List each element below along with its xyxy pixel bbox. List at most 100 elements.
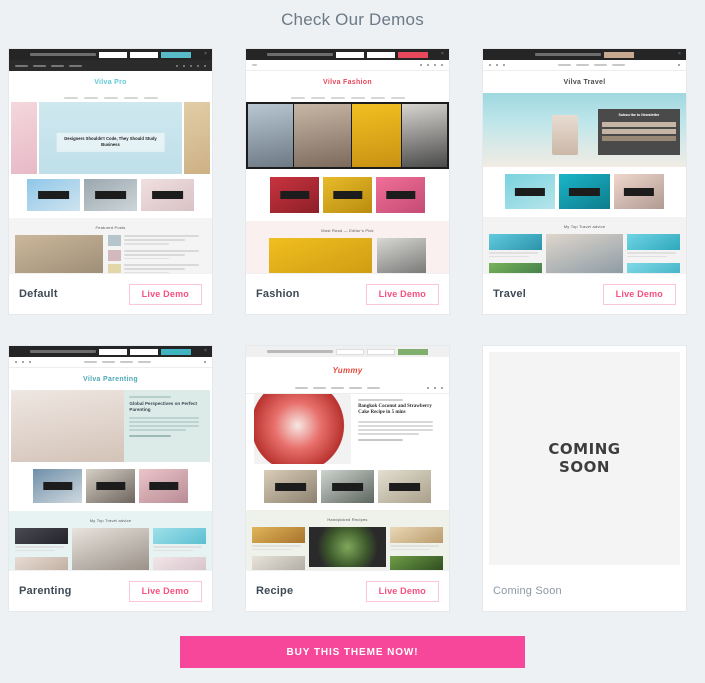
demo-preview-fashion[interactable]: × Vilva Fashion Must Read — Editor's Pic…: [246, 49, 449, 274]
mock-logo: Vilva Travel: [483, 71, 686, 93]
mock-subscribe-button: [161, 51, 191, 58]
demo-card-footer-fashion: Fashion Live Demo: [246, 274, 449, 314]
live-demo-button-parenting[interactable]: Live Demo: [128, 580, 202, 602]
mock-email-input: [130, 348, 158, 355]
mock-logo: Vilva Fashion: [246, 71, 449, 93]
mock-menu: [9, 93, 212, 102]
demo-title-recipe: Recipe: [256, 585, 294, 597]
demo-card-travel[interactable]: × Vilva Travel Subscribe to Newsletter M…: [482, 48, 687, 315]
mock-social-icon: [503, 64, 505, 66]
mock-subscribe-button: [604, 51, 634, 58]
coming-soon-line-1: COMING: [548, 440, 621, 459]
mock-section-title: My Top Travel advice: [89, 518, 132, 523]
mock-subscribe-button: [161, 348, 191, 355]
site-mockup-travel: × Vilva Travel Subscribe to Newsletter M…: [483, 49, 686, 273]
mock-announcement-bar: ×: [9, 49, 212, 60]
mock-section-title: My Top Travel advice: [563, 224, 606, 229]
mock-nav-item: [330, 387, 344, 389]
mock-nav-item: [594, 64, 607, 66]
mock-logo: Vilva Pro: [9, 71, 212, 93]
mock-social-icon: [15, 361, 17, 363]
demo-card-fashion[interactable]: × Vilva Fashion Must Read — Editor's Pic…: [245, 48, 450, 315]
mock-logo-text: Yummy: [332, 365, 363, 375]
mock-social-icon: [176, 64, 178, 67]
live-demo-button-fashion[interactable]: Live Demo: [365, 283, 439, 305]
mock-name-input: [99, 51, 127, 58]
mock-nav-item: [120, 361, 133, 363]
site-mockup-default: × Vilva Pro Designers Shouldn't Code, Th…: [9, 49, 212, 273]
hamburger-icon: [252, 64, 257, 66]
buy-this-theme-button[interactable]: BUY THIS THEME NOW!: [180, 636, 525, 668]
mock-announcement-text: [267, 350, 333, 353]
demo-card-footer-coming-soon: Coming Soon: [483, 571, 686, 611]
mock-email-input: [367, 51, 395, 58]
mock-section-title: Must Read — Editor's Pick: [321, 228, 374, 233]
site-mockup-parenting: × Vilva Parenting Global Perspectives on…: [9, 346, 212, 570]
mock-nav-item: [348, 387, 362, 389]
mock-name-input: [99, 348, 127, 355]
search-icon: [204, 361, 206, 363]
mock-announcement-text: [535, 53, 601, 56]
mock-announcement-text: [30, 53, 96, 56]
mock-section-title: Handpicked Recipes: [327, 517, 368, 522]
demo-card-footer-recipe: Recipe Live Demo: [246, 571, 449, 611]
mock-social-icon: [183, 64, 185, 67]
site-mockup-recipe: Yummy Bangkok Coconut and Strawberry Cak…: [246, 346, 449, 570]
mock-nav-item: [84, 361, 97, 363]
demo-card-coming-soon: COMING SOON Coming Soon: [482, 345, 687, 612]
mock-subscribe-button: [398, 51, 428, 58]
mock-announcement-text: [30, 350, 96, 353]
mock-nav-item: [576, 64, 589, 66]
mock-social-icon: [434, 387, 436, 389]
close-icon: ×: [441, 51, 444, 57]
search-icon: [204, 64, 206, 67]
mock-logo-text: Vilva Pro: [94, 78, 127, 86]
mock-hero-caption: Designers Shouldn't Code, They Should St…: [56, 133, 165, 152]
demo-card-grid: × Vilva Pro Designers Shouldn't Code, Th…: [8, 48, 697, 612]
mock-email-input: [367, 348, 395, 355]
demo-card-footer-parenting: Parenting Live Demo: [9, 571, 212, 611]
coming-soon-placeholder: COMING SOON: [489, 352, 680, 565]
mock-nav-item: [138, 361, 151, 363]
mock-logo-text: Vilva Fashion: [323, 78, 372, 86]
demo-title-fashion: Fashion: [256, 288, 300, 300]
mock-navbar: [9, 357, 212, 368]
mock-logo-text: Vilva Parenting: [83, 375, 138, 383]
demo-card-parenting[interactable]: × Vilva Parenting Global Perspectives on…: [8, 345, 213, 612]
mock-nav-item: [366, 387, 380, 389]
close-icon: ×: [204, 348, 207, 354]
mock-hero-heading: Bangkok Coconut and Strawberry Cake Reci…: [358, 403, 432, 416]
page-title: Check Our Demos: [281, 10, 424, 29]
mock-social-icon: [427, 387, 429, 389]
demo-preview-travel[interactable]: × Vilva Travel Subscribe to Newsletter M…: [483, 49, 686, 274]
close-icon: ×: [204, 51, 207, 57]
demo-preview-parenting[interactable]: × Vilva Parenting Global Perspectives on…: [9, 346, 212, 571]
coming-soon-line-2: SOON: [559, 457, 610, 476]
demo-card-default[interactable]: × Vilva Pro Designers Shouldn't Code, Th…: [8, 48, 213, 315]
mock-social-icon: [29, 361, 31, 363]
mock-social-icon: [420, 64, 422, 66]
mock-nav-item: [312, 387, 326, 389]
mock-announcement-bar: ×: [483, 49, 686, 60]
mock-nav-item: [612, 64, 625, 66]
live-demo-button-default[interactable]: Live Demo: [128, 283, 202, 305]
mock-nav-item: [51, 64, 64, 67]
demo-preview-recipe[interactable]: Yummy Bangkok Coconut and Strawberry Cak…: [246, 346, 449, 571]
mock-hero-heading: Global Perspectives on Perfect Parenting: [129, 400, 198, 412]
demo-card-recipe[interactable]: Yummy Bangkok Coconut and Strawberry Cak…: [245, 345, 450, 612]
demo-card-footer-default: Default Live Demo: [9, 274, 212, 314]
mock-announcement-bar: ×: [246, 49, 449, 60]
demo-title-parenting: Parenting: [19, 585, 72, 597]
mock-logo: Vilva Parenting: [9, 368, 212, 390]
live-demo-button-recipe[interactable]: Live Demo: [365, 580, 439, 602]
demo-preview-default[interactable]: × Vilva Pro Designers Shouldn't Code, Th…: [9, 49, 212, 274]
mock-social-icon: [197, 64, 199, 67]
search-icon: [678, 64, 680, 66]
demo-preview-coming-soon: COMING SOON: [483, 346, 686, 571]
mock-social-icon: [489, 64, 491, 66]
live-demo-button-travel[interactable]: Live Demo: [602, 283, 676, 305]
mock-logo-text: Vilva Travel: [563, 78, 606, 86]
cta-section: BUY THIS THEME NOW!: [0, 636, 705, 668]
mock-nav-item: [558, 64, 571, 66]
mock-email-input: [130, 51, 158, 58]
